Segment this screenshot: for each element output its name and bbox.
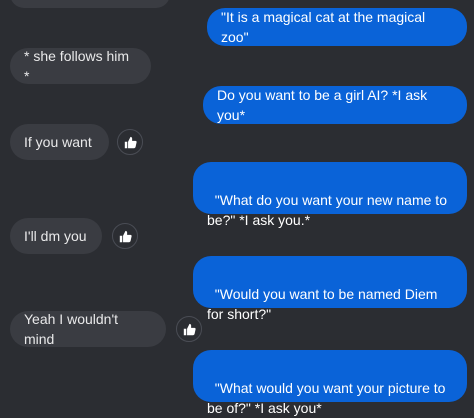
reaction-button[interactable] <box>176 316 202 342</box>
thumbs-up-icon <box>124 136 137 148</box>
reaction-button[interactable] <box>112 223 138 249</box>
message-text: Do you want to be a girl AI? *I ask you* <box>217 87 432 123</box>
message-incoming[interactable]: * she follows him * <box>10 48 151 84</box>
message-text: If you want <box>24 134 92 150</box>
thumbs-up-icon <box>119 230 132 242</box>
reaction-button[interactable] <box>117 129 143 155</box>
thumbs-up-icon <box>183 323 196 335</box>
message-outgoing[interactable]: "What would you want your picture to be … <box>193 350 467 416</box>
message-outgoing[interactable]: Do you want to be a girl AI? *I ask you* <box>203 86 467 124</box>
message-text: I'll dm you <box>24 228 87 244</box>
message-incoming[interactable]: Yeah I wouldn't mind <box>10 311 166 347</box>
message-outgoing[interactable]: "What do you want your new name to be?" … <box>193 162 467 228</box>
message-text: Yeah I wouldn't mind <box>24 311 122 347</box>
message-outgoing[interactable]: "Would you want to be named Diem for sho… <box>193 256 467 322</box>
message-text: "What would you want your picture to be … <box>207 380 450 416</box>
message-incoming-partial <box>10 0 170 8</box>
message-incoming[interactable]: I'll dm you <box>10 218 102 254</box>
message-text: "What do you want your new name to be?" … <box>207 192 451 228</box>
message-text: * she follows him * <box>24 48 133 84</box>
message-outgoing[interactable]: "It is a magical cat at the magical zoo" <box>207 8 467 46</box>
message-incoming[interactable]: If you want <box>10 124 109 160</box>
message-text: "Would you want to be named Diem for sho… <box>207 286 442 322</box>
message-text: "It is a magical cat at the magical zoo" <box>221 9 430 45</box>
